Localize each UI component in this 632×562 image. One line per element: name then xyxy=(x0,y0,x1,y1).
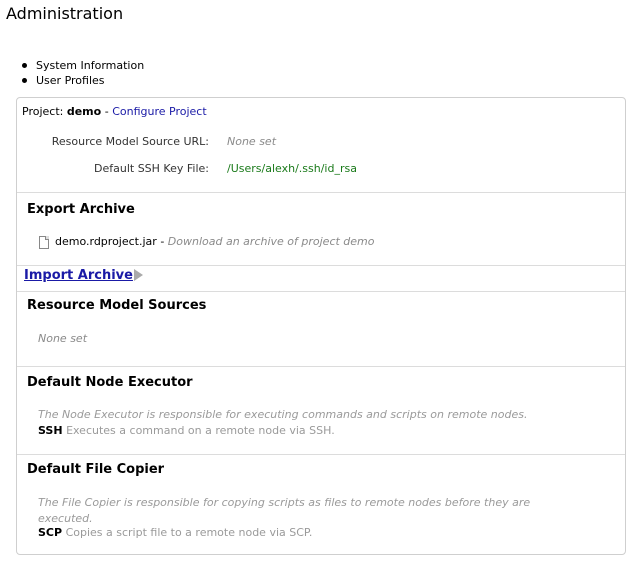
resource-url-label: Resource Model Source URL: xyxy=(51,135,209,148)
nav-item-user-profiles[interactable]: User Profiles xyxy=(20,73,144,88)
file-icon xyxy=(39,236,49,249)
file-copier-row: SCP Copies a script file to a remote nod… xyxy=(38,526,312,539)
resource-url-value: None set xyxy=(227,135,277,148)
export-archive-heading: Export Archive xyxy=(27,202,135,217)
resource-model-sources-heading: Resource Model Sources xyxy=(27,298,207,313)
divider xyxy=(17,265,625,266)
export-file-link[interactable]: demo.rdproject.jar xyxy=(55,235,157,248)
divider xyxy=(17,291,625,292)
nav-item-label[interactable]: User Profiles xyxy=(36,74,105,87)
ssh-key-label: Default SSH Key File: xyxy=(94,162,209,175)
configure-project-link[interactable]: Configure Project xyxy=(112,105,206,118)
export-description: Download an archive of project demo xyxy=(167,235,375,248)
admin-nav: System Information User Profiles xyxy=(20,58,144,88)
bullet-icon xyxy=(22,63,27,68)
nav-item-system-information[interactable]: System Information xyxy=(20,58,144,73)
node-executor-row: SSH Executes a command on a remote node … xyxy=(38,424,335,437)
node-executor-code-description: Executes a command on a remote node via … xyxy=(66,424,335,437)
project-name: demo xyxy=(66,105,102,118)
nav-item-label[interactable]: System Information xyxy=(36,59,144,72)
node-executor-description: The Node Executor is responsible for exe… xyxy=(38,408,528,421)
import-archive-link[interactable]: Import Archive xyxy=(24,268,133,283)
export-row: demo.rdproject.jar - Download an archive… xyxy=(55,235,375,248)
project-header: Project: demo - Configure Project xyxy=(22,105,207,118)
file-copier-code-description: Copies a script file to a remote node vi… xyxy=(65,526,313,539)
project-panel: Project: demo - Configure Project Resour… xyxy=(16,97,626,555)
divider xyxy=(17,454,625,455)
divider xyxy=(17,192,625,193)
file-copier-description: The File Copier is responsible for copyi… xyxy=(38,496,531,525)
file-copier-heading: Default File Copier xyxy=(27,462,165,477)
resource-model-sources-value: None set xyxy=(38,332,88,345)
file-copier-code: SCP xyxy=(38,526,63,539)
project-label: Project: xyxy=(22,105,64,118)
node-executor-heading: Default Node Executor xyxy=(27,375,193,390)
separator: - xyxy=(160,235,165,248)
separator: - xyxy=(104,105,109,118)
import-archive-row: Import Archive xyxy=(24,268,143,283)
ssh-key-value: /Users/alexh/.ssh/id_rsa xyxy=(227,162,357,175)
expand-arrow-icon[interactable] xyxy=(133,269,143,281)
page-title: Administration xyxy=(6,4,124,23)
bullet-icon xyxy=(22,78,27,83)
node-executor-code: SSH xyxy=(38,424,63,437)
divider xyxy=(17,366,625,367)
